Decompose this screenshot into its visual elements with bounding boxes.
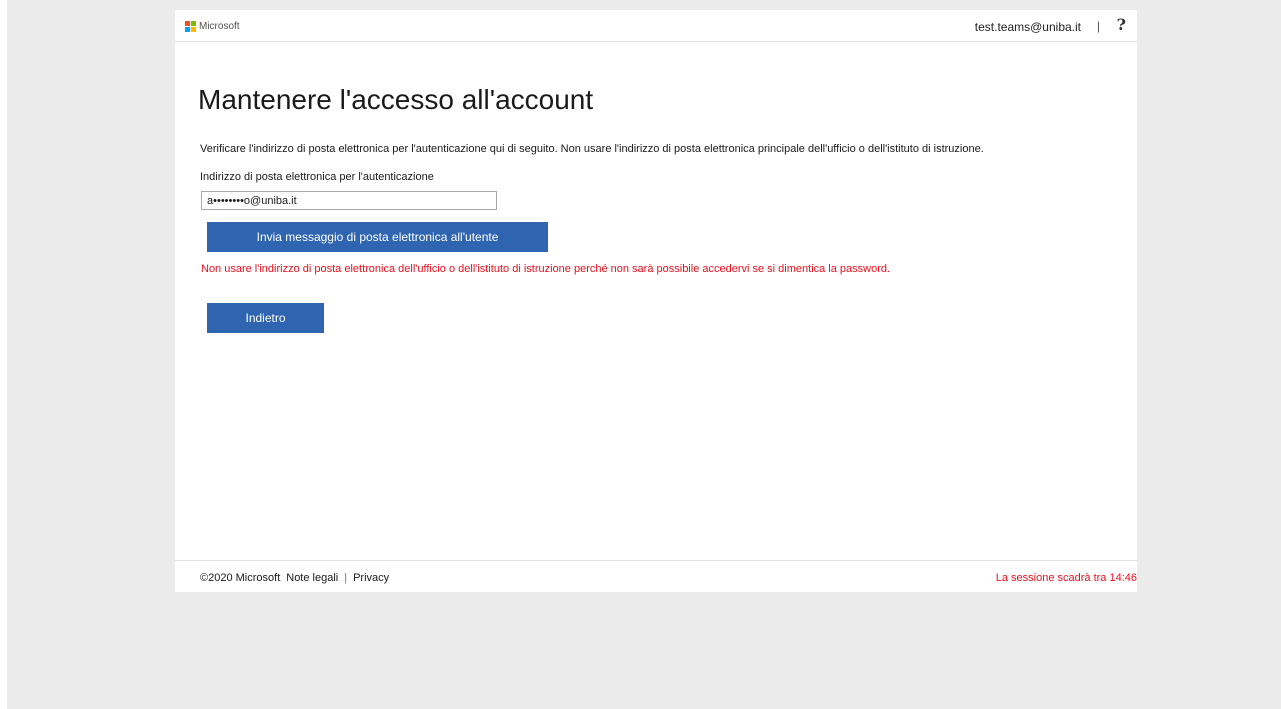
email-field-label: Indirizzo di posta elettronica per l'aut… [200,171,434,183]
footer: ©2020 Microsoft Note legali | Privacy La se… [175,560,1137,593]
brand-name: Microsoft [199,21,240,32]
header: Microsoft test.teams@uniba.it | ? [175,10,1137,42]
description-text: Verificare l'indirizzo di posta elettron… [200,143,984,155]
copyright-text: ©2020 Microsoft [200,572,281,584]
microsoft-logo: Microsoft [185,21,240,32]
footer-separator: | [344,572,348,584]
back-button[interactable]: Indietro [207,303,324,333]
privacy-link[interactable]: Privacy [353,572,389,584]
microsoft-logo-icon [185,21,196,32]
warning-message: Non usare l'indirizzo di posta elettroni… [201,263,891,275]
legal-notes-link[interactable]: Note legali [286,572,338,584]
footer-links: ©2020 Microsoft Note legali | Privacy [200,572,389,584]
user-email[interactable]: test.teams@uniba.it [975,20,1081,34]
outer-background: Microsoft test.teams@uniba.it | ? Manten… [7,0,1281,709]
page-title: Mantenere l'accesso all'account [198,84,594,115]
help-icon[interactable]: ? [1117,15,1126,34]
email-field[interactable] [201,191,497,210]
session-timer: La sessione scadrà tra 14:46 [995,572,1137,584]
header-separator: | [1096,19,1100,33]
send-email-button[interactable]: Invia messaggio di posta elettronica all… [207,222,548,252]
page-card: Microsoft test.teams@uniba.it | ? Manten… [175,10,1137,592]
